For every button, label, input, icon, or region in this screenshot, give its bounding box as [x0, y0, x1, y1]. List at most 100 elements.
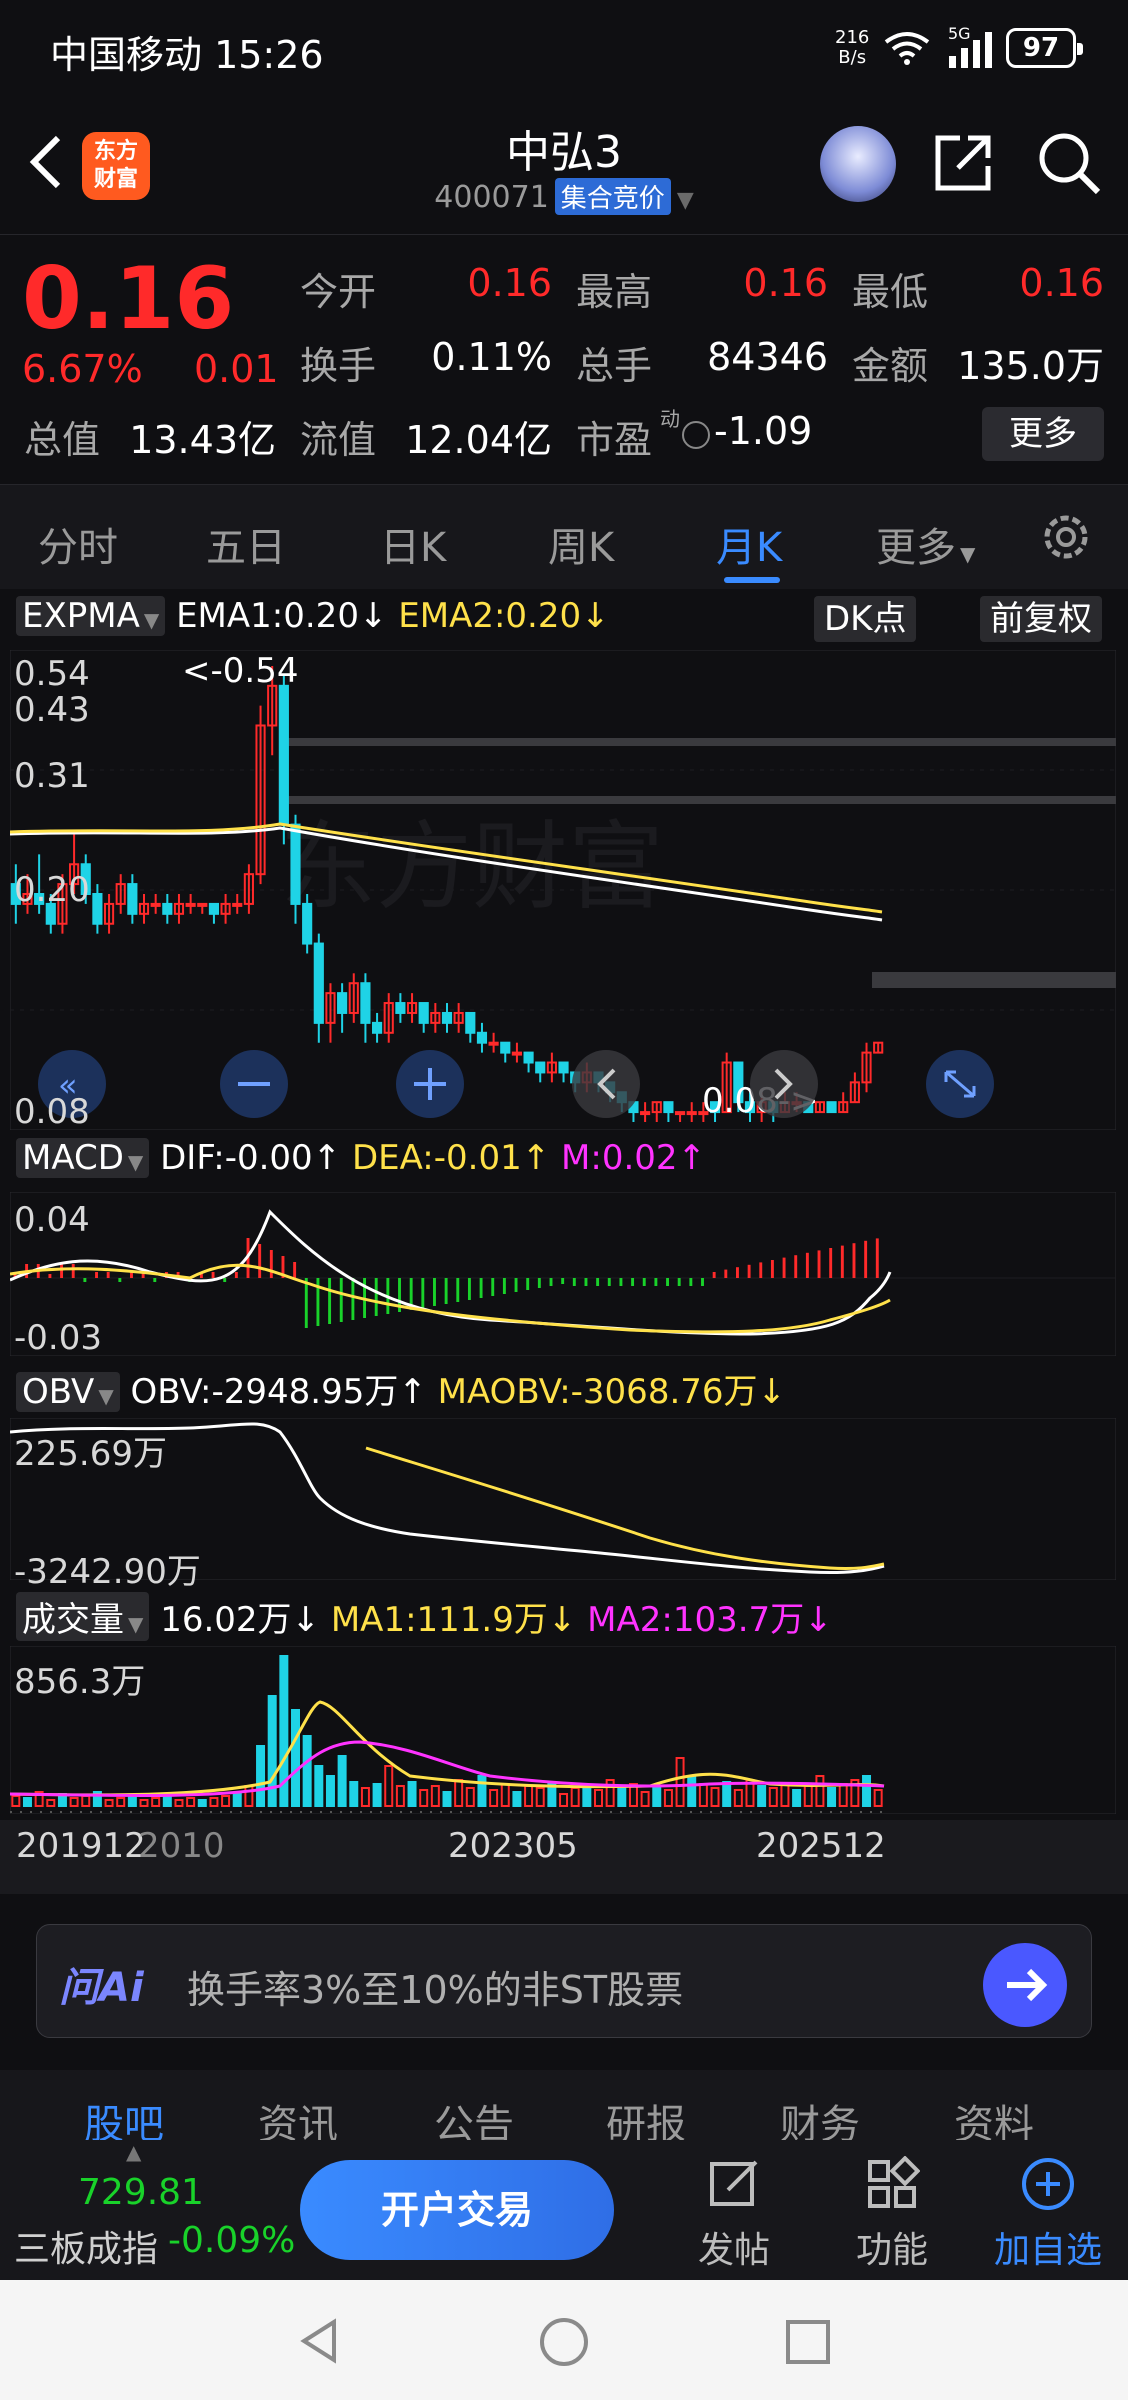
fullscreen-button[interactable] [926, 1050, 994, 1118]
arrow-right-icon[interactable] [983, 1943, 1067, 2027]
ema2-value: EMA2:0.20↓ [398, 596, 610, 636]
macd-bar [374, 1278, 378, 1316]
volume-bar [232, 1793, 242, 1807]
dk-point-label: DK点 [824, 599, 907, 639]
volume-selector[interactable]: 成交量 ▼ [16, 1592, 150, 1641]
macd-bar [805, 1252, 809, 1278]
dk-point-button[interactable]: DK点 [814, 596, 917, 642]
macd-bar [153, 1278, 157, 1282]
open-value: 0.16 [467, 261, 552, 305]
candle-body [278, 684, 289, 826]
tab-five-day[interactable]: 五日 [206, 515, 286, 573]
candle-body [535, 1061, 546, 1074]
candle-body [663, 1101, 674, 1114]
add-watchlist-button[interactable]: 加自选 [988, 2156, 1108, 2273]
ai-prompt: 换手率3%至10%的非ST股票 [187, 1968, 684, 2012]
amount-label: 金额 [852, 344, 929, 388]
pe-value: -1.09 [714, 409, 813, 453]
candle-body [441, 1011, 453, 1024]
index-value[interactable]: 729.81 [78, 2172, 204, 2213]
macd-bar [467, 1278, 471, 1300]
open-label: 今开 [300, 270, 377, 314]
zoom-in-button[interactable] [396, 1050, 464, 1118]
zoom-out-button[interactable] [220, 1050, 288, 1118]
macd-bar [584, 1278, 588, 1286]
turnover-label: 换手 [300, 344, 377, 388]
function-button[interactable]: 功能 [832, 2155, 952, 2273]
macd-bar [770, 1260, 774, 1278]
period-tabs: 分时 五日 日K 周K 月K 更多 ▼ [0, 484, 1128, 589]
x-tick-label: 202305 [448, 1826, 578, 1866]
pe-info-icon[interactable] [682, 421, 710, 449]
tab-weekly-k[interactable]: 周K [548, 515, 614, 573]
macd-bar [293, 1262, 297, 1278]
tab-daily-k[interactable]: 日K [380, 515, 446, 573]
function-label: 功能 [855, 2230, 928, 2271]
macd-bar [840, 1245, 844, 1278]
expma-selector[interactable]: EXPMA ▼ [16, 596, 166, 636]
tab-monthly-k[interactable]: 月K [716, 515, 782, 573]
edit-icon [710, 2160, 758, 2206]
high-label: 最高 [576, 270, 653, 314]
macd-bar [514, 1278, 518, 1292]
x-tick-label: 201912 [16, 1826, 146, 1866]
macd-selector[interactable]: MACD ▼ [16, 1138, 150, 1178]
candle-body [127, 883, 138, 915]
y-tick-label: 0.54 [14, 654, 90, 694]
macd-header: MACD ▼ DIF:-0.00↑ DEA:-0.01↑ M:0.02↑ [16, 1138, 706, 1178]
nav-recents-icon[interactable] [784, 2318, 832, 2366]
caret-down-icon: ▼ [960, 542, 976, 566]
obv-header: OBV ▼ OBV:-2948.95万↑ MAOBV:-3068.76万↓ [16, 1364, 786, 1413]
nav-home-icon[interactable] [538, 2316, 590, 2368]
y-tick-label: 0.04 [14, 1200, 90, 1240]
y-tick-label: 0.31 [14, 756, 90, 796]
volume-bar [407, 1781, 417, 1807]
more-button[interactable]: 更多 [982, 407, 1104, 461]
add-watchlist-label: 加自选 [993, 2230, 1102, 2271]
adjust-button[interactable]: 前复权 [980, 596, 1102, 642]
search-icon[interactable] [1036, 130, 1102, 196]
macd-bar [794, 1255, 798, 1278]
candle-body [674, 1111, 686, 1116]
dif-value: DIF:-0.00↑ [160, 1138, 342, 1178]
kline-chart[interactable]: 东方财富 <-0.54 0.08-> « [10, 650, 1116, 1130]
index-name[interactable]: 三板成指 [14, 2220, 158, 2272]
assistant-robot-icon[interactable] [820, 126, 896, 202]
macd-chart[interactable] [10, 1192, 1116, 1356]
macd-bar [724, 1269, 728, 1278]
tab-more[interactable]: 更多 ▼ [876, 515, 975, 573]
y-tick-label: 856.3万 [14, 1662, 146, 1702]
caret-down-icon: ▼ [676, 188, 694, 213]
post-button[interactable]: 发帖 [674, 2156, 794, 2273]
ai-search-bar[interactable]: 问Ai 换手率3%至10%的非ST股票 [36, 1924, 1092, 2038]
amount-value: 135.0万 [957, 344, 1104, 388]
macd-bar [736, 1267, 739, 1278]
auction-tag: 集合竞价 [554, 178, 671, 215]
trade-button[interactable]: 开户交易 [300, 2160, 614, 2260]
next-button[interactable] [750, 1050, 818, 1118]
candle-body [208, 902, 220, 915]
watermark: 东方财富 [280, 811, 664, 923]
macd-bar [491, 1278, 495, 1296]
post-label: 发帖 [697, 2230, 770, 2271]
candle-body [232, 902, 243, 907]
float-value: 12.04亿 [405, 418, 552, 462]
signal-icon [949, 32, 992, 68]
maobv-value: MAOBV:-3068.76万↓ [437, 1372, 787, 1412]
obv-value: OBV:-2948.95万↑ [130, 1372, 427, 1412]
volume-chart[interactable] [10, 1646, 1116, 1814]
tab-intraday[interactable]: 分时 [38, 515, 118, 573]
gear-icon[interactable] [1038, 509, 1094, 565]
net-speed: 216 B/s [835, 28, 869, 68]
candle-body [826, 1101, 837, 1114]
macd-bar [328, 1278, 332, 1324]
candle-body [488, 1041, 499, 1046]
volume-bar [617, 1787, 627, 1807]
prev-button[interactable] [572, 1050, 640, 1118]
candle-body [302, 902, 313, 945]
nav-back-icon[interactable] [294, 2316, 344, 2366]
macd-bar [607, 1278, 611, 1286]
obv-selector[interactable]: OBV ▼ [16, 1372, 120, 1412]
candle-body [197, 902, 208, 907]
share-icon[interactable] [930, 130, 996, 196]
